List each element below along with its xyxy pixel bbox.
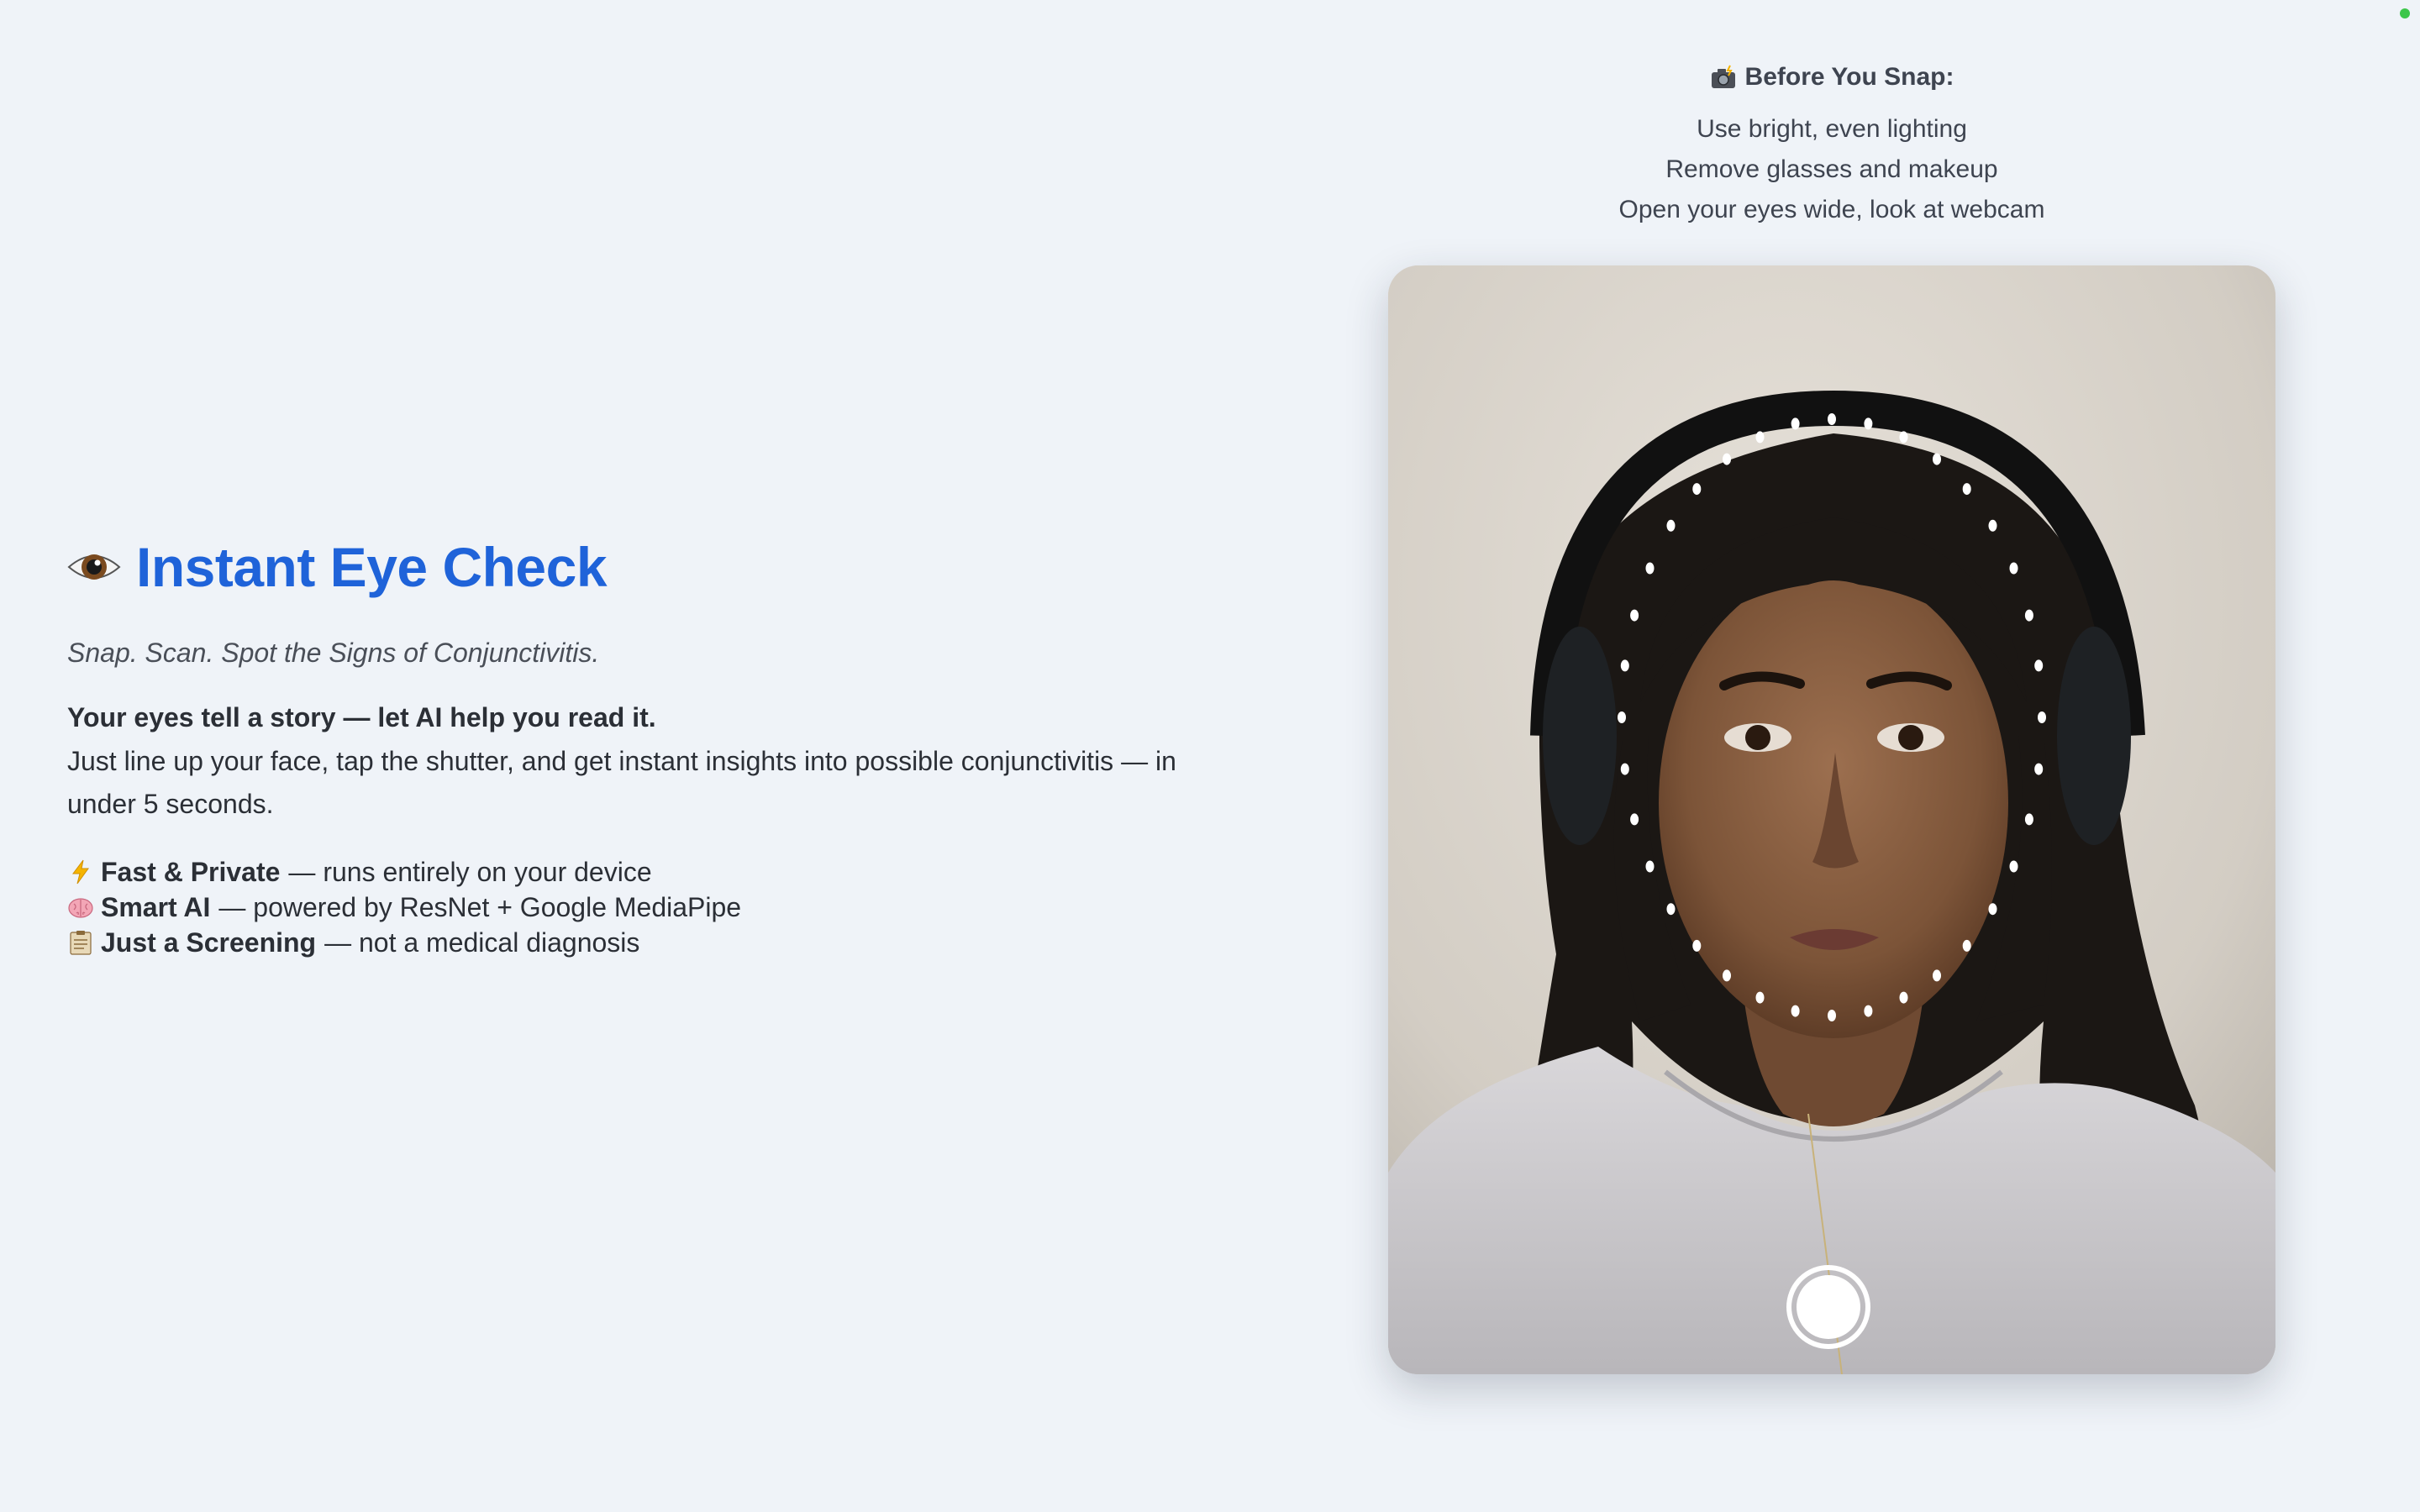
status-indicator bbox=[2400, 8, 2410, 18]
landmark-dot bbox=[1755, 991, 1765, 1004]
landmark-dot bbox=[1899, 431, 1908, 444]
clipboard-icon bbox=[70, 931, 92, 955]
feature-list: Fast & Private — runs entirely on your d… bbox=[67, 854, 1210, 960]
landmark-dot bbox=[2034, 659, 2044, 672]
feature-item-smart-ai: Smart AI — powered by ResNet + Google Me… bbox=[67, 890, 1210, 925]
landmark-dot bbox=[1899, 991, 1908, 1004]
lightning-icon bbox=[72, 859, 89, 885]
shutter-inner bbox=[1797, 1275, 1860, 1339]
landmark-dot bbox=[1988, 519, 1997, 532]
face-landmark-overlay bbox=[1618, 413, 2046, 1021]
landmark-dot bbox=[1791, 1005, 1800, 1017]
tips-heading: Before You Snap: bbox=[1388, 59, 2275, 96]
landmark-dot bbox=[2009, 562, 2018, 575]
landmark-dot bbox=[1692, 483, 1702, 496]
landmark-dot bbox=[1692, 939, 1702, 952]
landmark-dot bbox=[1755, 431, 1765, 444]
landmark-dot bbox=[1988, 903, 1997, 916]
landmark-dot bbox=[1645, 562, 1655, 575]
shutter-button[interactable] bbox=[1786, 1265, 1870, 1349]
feature-item-screening: Just a Screening — not a medical diagnos… bbox=[67, 925, 1210, 960]
landmark-dot bbox=[2024, 813, 2033, 826]
webcam-preview bbox=[1388, 265, 2275, 1374]
landmark-dot bbox=[1962, 483, 1971, 496]
tips-list: Use bright, even lighting Remove glasses… bbox=[1388, 109, 2275, 230]
title-row: Instant Eye Check bbox=[67, 529, 1210, 605]
landmark-dot bbox=[1723, 453, 1731, 465]
feature-title: Smart AI bbox=[101, 892, 211, 923]
tagline: Snap. Scan. Spot the Signs of Conjunctiv… bbox=[67, 638, 600, 668]
landmark-dot bbox=[1618, 711, 1626, 723]
camera-flash-icon bbox=[1711, 65, 1735, 88]
feature-desc: — not a medical diagnosis bbox=[324, 927, 640, 958]
eye-icon bbox=[67, 554, 121, 580]
landmark-dot bbox=[2024, 609, 2033, 622]
landmark-dot bbox=[1620, 763, 1629, 775]
tip-item: Remove glasses and makeup bbox=[1665, 155, 1998, 183]
feature-item-fast-private: Fast & Private — runs entirely on your d… bbox=[67, 854, 1210, 890]
landmark-dot bbox=[1666, 519, 1676, 532]
snap-tips: Before You Snap: Use bright, even lighti… bbox=[1388, 59, 2275, 230]
story-body: Just line up your face, tap the shutter,… bbox=[67, 746, 1176, 820]
landmark-dot bbox=[1962, 939, 1971, 952]
landmark-dot bbox=[1933, 969, 1941, 982]
tip-item: Use bright, even lighting bbox=[1697, 115, 1967, 143]
tip-item: Open your eyes wide, look at webcam bbox=[1618, 196, 2045, 223]
landmark-dot bbox=[1645, 860, 1655, 873]
landmark-dot bbox=[1791, 417, 1800, 430]
landmark-dot bbox=[1864, 417, 1873, 430]
feature-desc: — powered by ResNet + Google MediaPipe bbox=[218, 892, 742, 923]
story-headline: Your eyes tell a story — let AI help you… bbox=[67, 702, 656, 733]
landmark-dot bbox=[1864, 1005, 1873, 1017]
landmark-dot bbox=[1620, 659, 1629, 672]
feature-title: Fast & Private bbox=[101, 857, 281, 888]
landmark-dot bbox=[1828, 413, 1836, 425]
tips-heading-text: Before You Snap: bbox=[1744, 63, 1954, 91]
intro-panel: Instant Eye Check Snap. Scan. Spot the S… bbox=[67, 529, 1210, 960]
landmark-dot bbox=[2009, 860, 2018, 873]
landmark-dot bbox=[1630, 813, 1639, 826]
feature-title: Just a Screening bbox=[101, 927, 317, 958]
landmark-dot bbox=[1666, 903, 1676, 916]
landmark-dot bbox=[1723, 969, 1731, 982]
landmark-dot bbox=[2038, 711, 2046, 723]
landmark-dot bbox=[2034, 763, 2044, 775]
feature-desc: — runs entirely on your device bbox=[288, 857, 652, 888]
page-title: Instant Eye Check bbox=[136, 536, 608, 598]
landmark-dot bbox=[1630, 609, 1639, 622]
landmark-dot bbox=[1828, 1010, 1836, 1021]
brain-icon bbox=[68, 898, 93, 918]
landmark-dot bbox=[1933, 453, 1941, 465]
